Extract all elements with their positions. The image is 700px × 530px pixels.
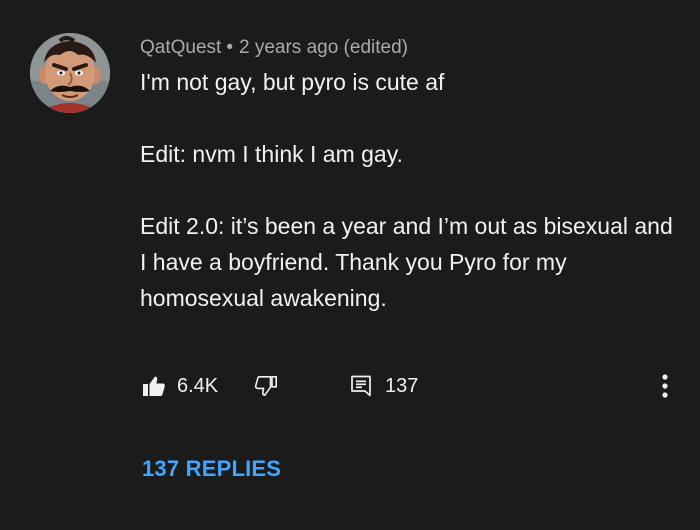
comment-icon xyxy=(349,374,373,398)
thumbs-down-icon xyxy=(254,374,278,398)
meta-separator: • xyxy=(226,37,233,58)
thumbs-up-icon xyxy=(142,374,166,398)
view-replies-link[interactable]: 137 REPLIES xyxy=(142,456,281,482)
comment-paragraph: I'm not gay, but pyro is cute af xyxy=(140,69,445,95)
like-button[interactable]: 6.4K xyxy=(142,370,218,402)
dislike-button[interactable] xyxy=(254,370,278,402)
comment-meta: QatQuest • 2 years ago (edited) xyxy=(140,36,680,60)
author-name[interactable]: QatQuest xyxy=(140,37,221,58)
avatar-cartoon-face-image xyxy=(30,33,110,113)
comment-body: I'm not gay, but pyro is cute af Edit: n… xyxy=(140,64,680,316)
comment-actions: 6.4K 137 xyxy=(142,370,682,402)
reply-button[interactable]: 137 xyxy=(349,370,418,402)
comment-thread: QatQuest • 2 years ago (edited) I'm not ga… xyxy=(0,0,700,530)
reply-count: 137 xyxy=(385,374,419,397)
comment-paragraph: Edit: nvm I think I am gay. xyxy=(140,141,403,167)
comment-paragraph: Edit 2.0: it’s been a year and I’m out a… xyxy=(140,213,673,311)
like-count: 6.4K xyxy=(177,374,219,397)
more-vertical-icon xyxy=(650,372,680,402)
more-options-button[interactable] xyxy=(650,372,680,402)
comment-content: QatQuest • 2 years ago (edited) I'm not ga… xyxy=(140,36,680,316)
comment-timestamp: 2 years ago (edited) xyxy=(238,37,408,58)
avatar[interactable] xyxy=(30,33,110,113)
